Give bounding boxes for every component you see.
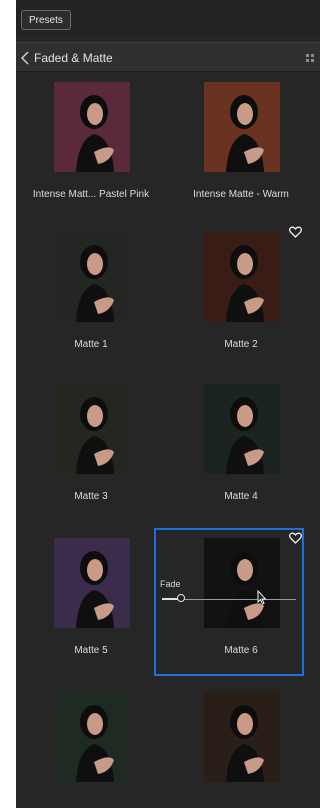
preset-thumbnail[interactable] xyxy=(204,384,280,474)
category-title: Faded & Matte xyxy=(34,51,113,65)
chevron-left-icon[interactable] xyxy=(20,51,30,65)
preset-tile[interactable] xyxy=(16,682,166,808)
preset-thumbnail[interactable] xyxy=(204,82,280,172)
preset-tile[interactable]: Matte 5 xyxy=(16,528,166,686)
selected-preset-outline xyxy=(154,528,304,676)
preset-tile[interactable]: Matte 4 xyxy=(166,374,316,532)
presets-button[interactable]: Presets xyxy=(21,10,71,30)
preset-thumbnail[interactable] xyxy=(54,538,130,628)
preset-thumbnail[interactable] xyxy=(54,384,130,474)
preset-label: Matte 2 xyxy=(224,339,258,350)
preset-tile[interactable] xyxy=(166,682,316,808)
presets-panel: Presets Faded & Matte Intense Matt... Pa… xyxy=(16,0,320,808)
mouse-cursor-icon xyxy=(257,590,267,605)
favorite-heart-icon[interactable] xyxy=(289,226,302,238)
fade-label: Fade xyxy=(160,579,181,589)
preset-tile[interactable]: Intense Matt... Pastel Pink xyxy=(16,72,166,230)
preset-tile[interactable]: Matte 3 xyxy=(16,374,166,532)
category-header[interactable]: Faded & Matte xyxy=(16,42,320,72)
fade-slider-handle[interactable] xyxy=(177,594,185,602)
top-bar: Presets xyxy=(16,0,320,38)
preset-label: Intense Matte - Warm xyxy=(193,189,289,200)
preset-thumbnail[interactable] xyxy=(54,692,130,782)
grid-icon[interactable] xyxy=(306,54,314,62)
preset-label: Matte 4 xyxy=(224,491,258,502)
preset-tile[interactable]: Matte 1 xyxy=(16,222,166,380)
preset-thumbnail[interactable] xyxy=(204,232,280,322)
preset-tile[interactable]: Intense Matte - Warm xyxy=(166,72,316,230)
preset-thumbnail[interactable] xyxy=(204,692,280,782)
preset-thumbnail[interactable] xyxy=(54,82,130,172)
preset-thumbnail[interactable] xyxy=(54,232,130,322)
fade-slider-fill xyxy=(162,598,178,600)
preset-label: Matte 3 xyxy=(74,491,108,502)
preset-label: Intense Matt... Pastel Pink xyxy=(32,189,150,200)
preset-label: Matte 1 xyxy=(74,339,108,350)
preset-label: Matte 5 xyxy=(74,645,108,656)
preset-tile[interactable]: Matte 2 xyxy=(166,222,316,380)
